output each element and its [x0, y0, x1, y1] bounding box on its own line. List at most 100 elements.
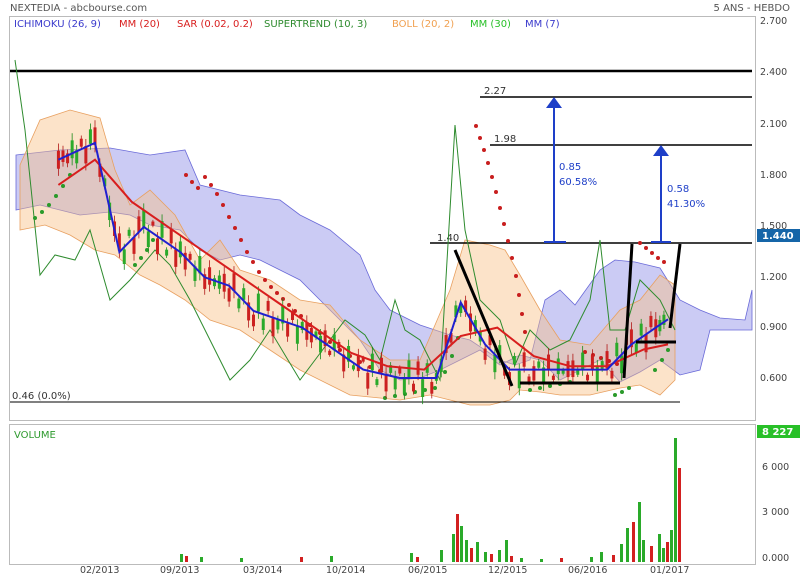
candle-body — [251, 314, 255, 327]
candle-body — [242, 288, 246, 300]
period-label: 5 ANS - HEBDO — [714, 3, 791, 14]
candle-body — [483, 348, 487, 360]
candle-body — [256, 293, 260, 312]
volume-bars — [180, 438, 681, 562]
candle-body — [79, 138, 83, 147]
volume-bar — [465, 540, 468, 562]
candle-body — [208, 267, 212, 285]
candle-body — [586, 374, 590, 381]
candle-body — [155, 238, 159, 255]
candle-body — [266, 300, 270, 311]
x-tick-label: 10/2014 — [326, 565, 365, 576]
y-tick-label: 2.100 — [760, 119, 787, 130]
volume-bar — [510, 556, 513, 562]
last-price-label: 1.440 — [762, 231, 794, 242]
candle-body — [271, 318, 275, 337]
volume-bar — [642, 540, 645, 562]
volume-bar — [540, 559, 543, 562]
level-label: 0.46 (0.0%) — [12, 391, 71, 402]
x-tick-label: 06/2015 — [408, 565, 447, 576]
candle-body — [146, 231, 150, 248]
measure-percent: 41.30% — [667, 199, 705, 210]
y-tick-label: 2.700 — [760, 16, 787, 27]
candle-body — [547, 354, 551, 371]
legend-mm20: MM (20) — [119, 19, 160, 30]
volume-bar — [600, 552, 603, 562]
legend-mm7: MM (7) — [525, 19, 560, 30]
candle-body — [649, 315, 653, 328]
volume-bar — [416, 557, 419, 562]
candle-body — [165, 249, 169, 256]
candle-body — [384, 374, 388, 392]
volume-bar — [185, 556, 188, 562]
candle-body — [276, 319, 280, 330]
candle-body — [366, 372, 370, 389]
indicator-legend: ICHIMOKU (26, 9) MM (20) SAR (0.02, 0.2)… — [14, 19, 560, 30]
volume-bar — [678, 468, 681, 562]
volume-title: VOLUME — [14, 430, 56, 441]
candle-body — [237, 298, 241, 309]
volume-bar — [330, 556, 333, 562]
last-volume-label: 8 227 — [762, 427, 793, 438]
volume-bar — [490, 554, 493, 562]
volume-bar — [452, 534, 455, 562]
y-tick-label: 0.900 — [760, 322, 787, 333]
x-tick-label: 03/2014 — [243, 565, 282, 576]
x-tick-label: 01/2017 — [650, 565, 689, 576]
candle-body — [421, 379, 425, 397]
candle-body — [512, 355, 516, 365]
legend-boll: BOLL (20, 2) — [392, 19, 454, 30]
candle-body — [295, 326, 299, 344]
volume-bar — [180, 554, 183, 562]
volume-bar — [505, 540, 508, 562]
candle-body — [522, 352, 526, 367]
candle-body — [88, 129, 92, 144]
level-label: 1.98 — [494, 134, 516, 145]
legend-mm30: MM (30) — [470, 19, 511, 30]
candle-body — [132, 237, 136, 254]
price-axis: 2.700 2.400 2.100 1.800 1.500 1.200 0.90… — [760, 16, 787, 384]
time-axis: 02/2013 09/2013 03/2014 10/2014 06/2015 … — [80, 565, 689, 576]
volume-bar — [456, 514, 459, 562]
volume-bar — [626, 528, 629, 562]
candle-body — [142, 210, 146, 227]
volume-bar — [240, 558, 243, 562]
candle-body — [551, 375, 555, 380]
y-tick-label: 2.400 — [760, 67, 787, 78]
candle-body — [261, 318, 265, 331]
candle-body — [227, 288, 231, 302]
chart-title: NEXTEDIA - abcbourse.com — [10, 3, 147, 14]
volume-bar — [300, 557, 303, 562]
measure-value: 0.58 — [667, 184, 689, 195]
candle-body — [351, 365, 355, 370]
candle-body — [556, 358, 560, 375]
legend-ichimoku: ICHIMOKU (26, 9) — [14, 19, 101, 30]
candle-body — [412, 383, 416, 392]
x-tick-label: 12/2015 — [488, 565, 527, 576]
volume-tick-label: 3 000 — [762, 507, 789, 518]
candle-body — [375, 379, 379, 385]
volume-bar — [670, 530, 673, 562]
candle-body — [356, 355, 360, 372]
volume-tick-label: 6 000 — [762, 462, 789, 473]
stock-chart: NEXTEDIA - abcbourse.com 5 ANS - HEBDO I… — [9, 3, 800, 576]
level-label: 2.27 — [484, 86, 506, 97]
volume-bar — [590, 557, 593, 562]
volume-bar — [650, 546, 653, 562]
y-tick-label: 1.200 — [760, 272, 787, 283]
candle-body — [122, 249, 126, 265]
volume-bar — [484, 552, 487, 562]
candle-body — [178, 241, 182, 258]
candle-body — [615, 342, 619, 357]
volume-bar — [410, 553, 413, 562]
candle-body — [398, 367, 402, 374]
candle-body — [537, 361, 541, 368]
x-tick-label: 09/2013 — [160, 565, 199, 576]
volume-bar — [620, 544, 623, 562]
volume-bar — [460, 526, 463, 562]
candle-body — [174, 249, 178, 267]
volume-bar — [674, 438, 677, 562]
candle-body — [600, 361, 604, 369]
volume-bar — [632, 522, 635, 562]
x-tick-label: 02/2013 — [80, 565, 119, 576]
